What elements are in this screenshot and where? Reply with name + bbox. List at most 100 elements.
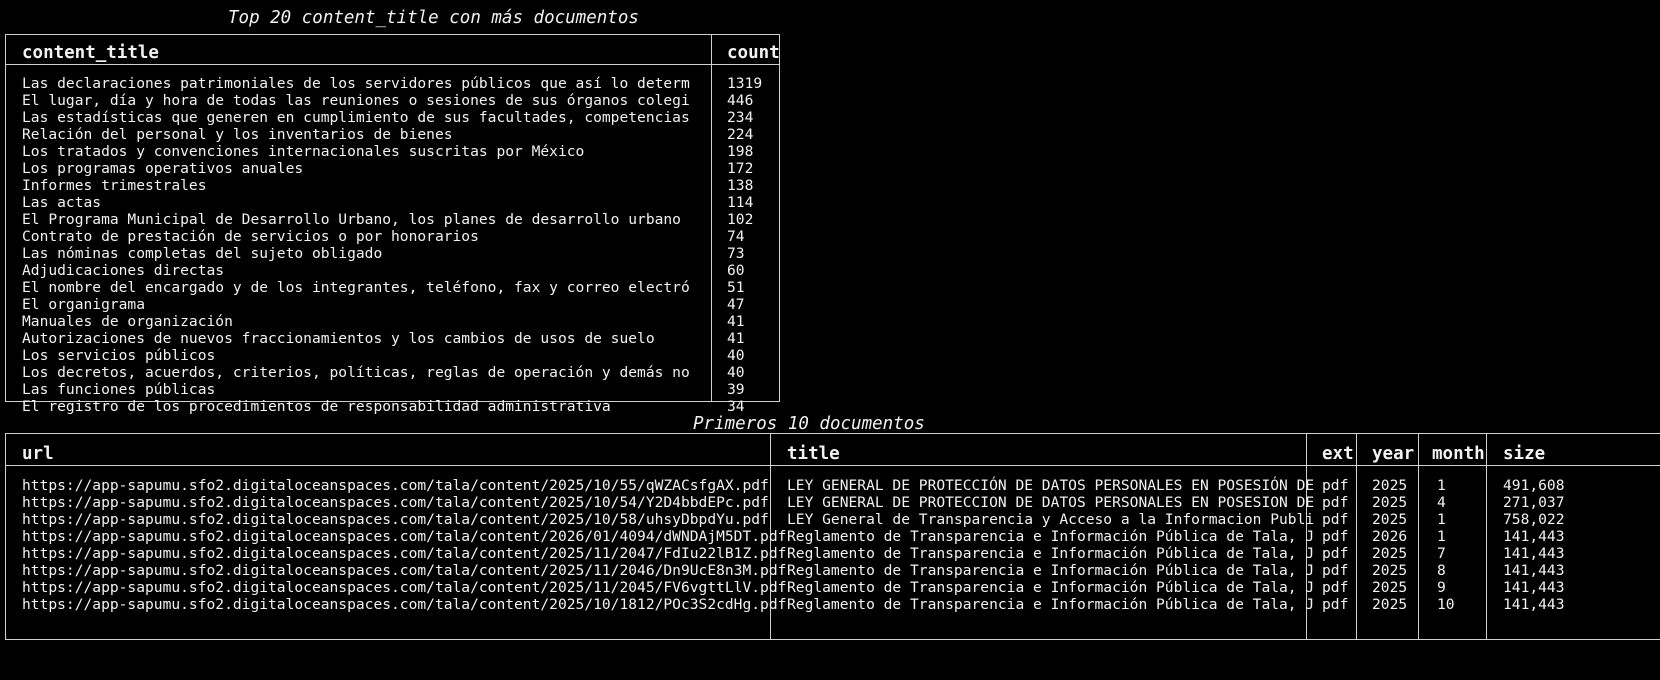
cell-count: 51 bbox=[727, 279, 745, 296]
cell-title: LEY GENERAL DE PROTECCION DE DATOS PERSO… bbox=[787, 494, 1315, 511]
cell-year: 2025 bbox=[1372, 494, 1408, 511]
cell-count: 224 bbox=[727, 126, 754, 143]
docs-table-header-separator bbox=[5, 465, 1660, 466]
cell-year: 2025 bbox=[1372, 562, 1408, 579]
docs-table-title: Primeros 10 documentos bbox=[693, 414, 925, 434]
cell-ext: pdf bbox=[1322, 477, 1349, 494]
cell-url: https://app-sapumu.sfo2.digitaloceanspac… bbox=[22, 511, 769, 528]
cell-year: 2025 bbox=[1372, 596, 1408, 613]
cell-size: 141,443 bbox=[1503, 596, 1565, 613]
cell-content-title: Adjudicaciones directas bbox=[22, 262, 225, 279]
cell-title: LEY General de Transparencia y Acceso a … bbox=[787, 511, 1315, 528]
cell-url: https://app-sapumu.sfo2.digitaloceanspac… bbox=[22, 562, 787, 579]
cell-size: 141,443 bbox=[1503, 528, 1565, 545]
cell-ext: pdf bbox=[1322, 511, 1349, 528]
cell-content-title: El registro de los procedimientos de res… bbox=[22, 398, 611, 415]
cell-url: https://app-sapumu.sfo2.digitaloceanspac… bbox=[22, 579, 787, 596]
cell-month: 10 bbox=[1437, 596, 1455, 613]
column-header-content-title: content_title bbox=[22, 43, 159, 63]
cell-ext: pdf bbox=[1322, 562, 1349, 579]
cell-content-title: Informes trimestrales bbox=[22, 177, 207, 194]
cell-title: Reglamento de Transparencia e Informació… bbox=[787, 545, 1315, 562]
top-table-border-right bbox=[779, 34, 780, 402]
cell-url: https://app-sapumu.sfo2.digitaloceanspac… bbox=[22, 596, 787, 613]
cell-count: 74 bbox=[727, 228, 745, 245]
cell-month: 7 bbox=[1437, 545, 1446, 562]
cell-year: 2025 bbox=[1372, 477, 1408, 494]
cell-count: 60 bbox=[727, 262, 745, 279]
cell-content-title: Manuales de organización bbox=[22, 313, 233, 330]
cell-size: 271,037 bbox=[1503, 494, 1565, 511]
cell-count: 114 bbox=[727, 194, 754, 211]
cell-count: 73 bbox=[727, 245, 745, 262]
cell-content-title: El lugar, día y hora de todas las reunio… bbox=[22, 92, 690, 109]
cell-count: 41 bbox=[727, 330, 745, 347]
cell-url: https://app-sapumu.sfo2.digitaloceanspac… bbox=[22, 494, 769, 511]
cell-title: Reglamento de Transparencia e Informació… bbox=[787, 562, 1315, 579]
cell-size: 141,443 bbox=[1503, 545, 1565, 562]
column-header-month: month bbox=[1432, 444, 1485, 464]
cell-content-title: Las actas bbox=[22, 194, 102, 211]
cell-month: 1 bbox=[1437, 477, 1446, 494]
cell-count: 172 bbox=[727, 160, 754, 177]
top-table-header-separator bbox=[5, 64, 780, 65]
docs-table-border-bottom bbox=[5, 639, 1660, 640]
cell-ext: pdf bbox=[1322, 579, 1349, 596]
cell-content-title: Los decretos, acuerdos, criterios, polít… bbox=[22, 364, 690, 381]
cell-title: Reglamento de Transparencia e Informació… bbox=[787, 579, 1315, 596]
column-header-count: count bbox=[727, 43, 780, 63]
cell-year: 2025 bbox=[1372, 545, 1408, 562]
cell-url: https://app-sapumu.sfo2.digitaloceanspac… bbox=[22, 477, 769, 494]
cell-count: 138 bbox=[727, 177, 754, 194]
cell-year: 2025 bbox=[1372, 511, 1408, 528]
cell-content-title: El nombre del encargado y de los integra… bbox=[22, 279, 690, 296]
docs-table-border-top bbox=[5, 433, 1660, 434]
docs-table-divider-size bbox=[1486, 433, 1487, 640]
column-header-url: url bbox=[22, 444, 54, 464]
cell-ext: pdf bbox=[1322, 545, 1349, 562]
cell-content-title: Las nóminas completas del sujeto obligad… bbox=[22, 245, 383, 262]
top-table-border-top bbox=[5, 34, 780, 35]
cell-count: 198 bbox=[727, 143, 754, 160]
cell-count: 1319 bbox=[727, 75, 763, 92]
cell-ext: pdf bbox=[1322, 528, 1349, 545]
top-table-column-divider bbox=[711, 34, 712, 402]
cell-year: 2025 bbox=[1372, 579, 1408, 596]
cell-count: 446 bbox=[727, 92, 754, 109]
column-header-year: year bbox=[1372, 444, 1415, 464]
cell-count: 39 bbox=[727, 381, 745, 398]
cell-month: 9 bbox=[1437, 579, 1446, 596]
cell-content-title: Los tratados y convenciones internaciona… bbox=[22, 143, 585, 160]
cell-size: 141,443 bbox=[1503, 579, 1565, 596]
cell-content-title: Los programas operativos anuales bbox=[22, 160, 304, 177]
cell-content-title: Autorizaciones de nuevos fraccionamiento… bbox=[22, 330, 655, 347]
cell-title: Reglamento de Transparencia e Informació… bbox=[787, 596, 1315, 613]
cell-count: 40 bbox=[727, 364, 745, 381]
column-header-size: size bbox=[1503, 444, 1546, 464]
column-header-ext: ext bbox=[1322, 444, 1354, 464]
docs-table-divider-month bbox=[1418, 433, 1419, 640]
cell-content-title: Las estadísticas que generen en cumplimi… bbox=[22, 109, 690, 126]
cell-count: 41 bbox=[727, 313, 745, 330]
cell-ext: pdf bbox=[1322, 596, 1349, 613]
cell-month: 4 bbox=[1437, 494, 1446, 511]
cell-month: 1 bbox=[1437, 511, 1446, 528]
cell-url: https://app-sapumu.sfo2.digitaloceanspac… bbox=[22, 545, 787, 562]
cell-size: 491,608 bbox=[1503, 477, 1565, 494]
cell-title: Reglamento de Transparencia e Informació… bbox=[787, 528, 1315, 545]
cell-count: 47 bbox=[727, 296, 745, 313]
cell-count: 102 bbox=[727, 211, 754, 228]
cell-content-title: Las declaraciones patrimoniales de los s… bbox=[22, 75, 690, 92]
cell-title: LEY GENERAL DE PROTECCIÓN DE DATOS PERSO… bbox=[787, 477, 1315, 494]
cell-month: 8 bbox=[1437, 562, 1446, 579]
cell-content-title: Los servicios públicos bbox=[22, 347, 216, 364]
cell-content-title: Relación del personal y los inventarios … bbox=[22, 126, 453, 143]
cell-size: 141,443 bbox=[1503, 562, 1565, 579]
docs-table-border-left bbox=[5, 433, 6, 640]
cell-url: https://app-sapumu.sfo2.digitaloceanspac… bbox=[22, 528, 787, 545]
cell-month: 1 bbox=[1437, 528, 1446, 545]
cell-ext: pdf bbox=[1322, 494, 1349, 511]
cell-count: 234 bbox=[727, 109, 754, 126]
top-table-title: Top 20 content_title con más documentos bbox=[228, 8, 639, 28]
top-table-border-left bbox=[5, 34, 6, 402]
